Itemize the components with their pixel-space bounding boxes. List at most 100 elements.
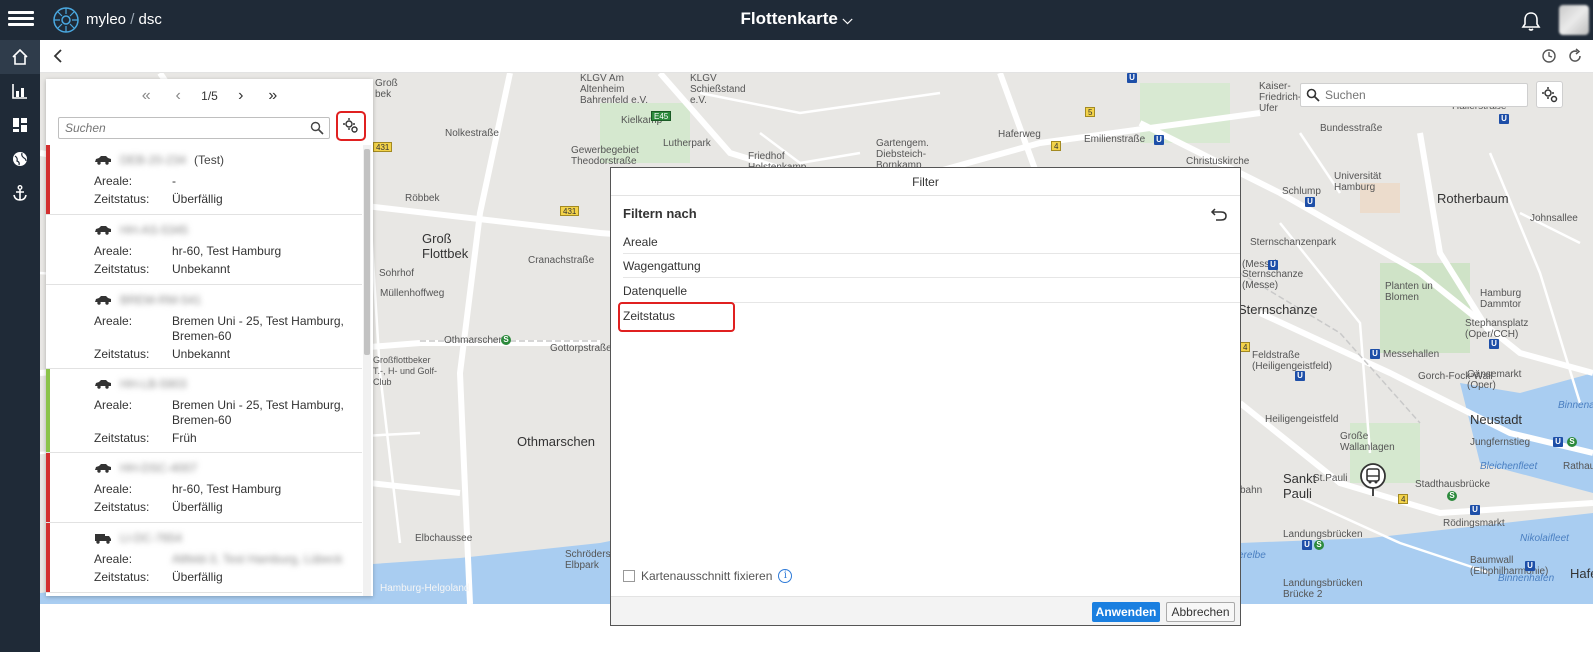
cancel-button[interactable]: Abbrechen: [1166, 602, 1235, 622]
zeitstatus-value: Überfällig: [172, 192, 223, 206]
page-title-dropdown[interactable]: Flottenkarte ⌵: [741, 9, 853, 28]
map-search-box: [1300, 83, 1528, 107]
zeitstatus-value: Unbekannt: [172, 262, 231, 276]
list-item[interactable]: HH-AS-5345 Areale: hr-60, Test Hamburg Ze…: [46, 215, 362, 285]
map-label-landungsbruecken2: Landungsbrücken Brücke 2: [1283, 578, 1363, 600]
map-label-binnenalster: Binnenals: [1558, 400, 1593, 411]
undo-icon[interactable]: [1210, 205, 1228, 223]
map-label-gewerbegebiet: Gewerbegebiet Theodorstraße: [571, 145, 639, 167]
map-label-johnsallee: Johnsallee: [1530, 213, 1578, 224]
filter-option-wagengattung[interactable]: Wagengattung: [623, 254, 1240, 278]
map-label-muellenhoff: Müllenhoffweg: [380, 288, 445, 299]
areale-value: Altfeld-3, Test Hamburg, Lübeck: [172, 552, 343, 566]
areale-label: Areale:: [94, 398, 133, 412]
myleo-logo-icon: [53, 7, 79, 33]
apply-button[interactable]: Anwenden: [1092, 602, 1160, 622]
zeitstatus-value: Überfällig: [172, 500, 223, 514]
prev-page-button[interactable]: ‹: [169, 87, 187, 105]
side-nav: [0, 40, 40, 652]
status-stripe: [46, 285, 50, 368]
first-page-button[interactable]: «: [137, 87, 155, 105]
list-item[interactable]: HH-DSC-4007 Areale: hr-60, Test Hamburg Z…: [46, 453, 362, 523]
map-label-stephansplatz: Stephansplatz (Oper/CCH): [1465, 318, 1529, 340]
history-icon[interactable]: [1541, 48, 1557, 64]
zeitstatus-label: Zeitstatus:: [94, 431, 150, 445]
u-bahn-icon: U: [1127, 73, 1137, 83]
u-bahn-icon: U: [1470, 505, 1480, 515]
gear-icon: [1541, 86, 1557, 102]
vehicle-search-input[interactable]: [59, 118, 299, 138]
nav-home[interactable]: [0, 40, 40, 74]
chevron-down-icon: ⌵: [842, 12, 853, 27]
u-bahn-icon: U: [1302, 540, 1312, 550]
search-icon: [1306, 88, 1320, 102]
map-search-input[interactable]: [1325, 86, 1523, 104]
s-bahn-icon: S: [1447, 491, 1457, 501]
fix-map-label: Kartenausschnitt fixieren: [641, 569, 773, 583]
areale-label: Areale:: [94, 314, 133, 328]
s-bahn-icon: S: [1567, 437, 1577, 447]
filter-option-areale[interactable]: Areale: [623, 230, 1240, 254]
fix-map-checkbox[interactable]: [623, 570, 635, 582]
filter-dialog: Filter Filtern nach Areale Wagengattung …: [610, 167, 1241, 626]
next-page-button[interactable]: ›: [232, 87, 250, 105]
map-label-klgv-schiess: KLGV Schießstand e.V.: [690, 73, 746, 106]
globe-icon: [13, 152, 27, 166]
car-icon: [95, 296, 111, 305]
vehicle-list-panel: « ‹ 1/5 › » DEB-20-234 (Test) Areale: - Z…: [46, 79, 373, 596]
info-icon[interactable]: i: [778, 569, 793, 583]
bell-icon[interactable]: [1520, 10, 1542, 32]
zeitstatus-value: Unbekannt: [172, 347, 231, 361]
zeitstatus-label: Zeitstatus:: [94, 192, 150, 206]
road-badge: 4: [1051, 141, 1062, 151]
status-stripe: [46, 523, 50, 592]
areale-value: -: [172, 174, 176, 188]
list-item[interactable]: BREM-RM-541 Areale: Bremen Uni - 25, Test…: [46, 285, 362, 369]
avatar[interactable]: [1559, 5, 1589, 35]
car-icon: [95, 464, 111, 473]
u-bahn-icon: U: [1268, 260, 1278, 270]
road-badge: E45: [651, 111, 672, 121]
map-settings-button[interactable]: [1536, 81, 1563, 108]
map-label-st-pauli-u: St.Pauli: [1313, 473, 1348, 484]
nav-analytics[interactable]: [0, 74, 40, 108]
road-badge: 431: [373, 142, 393, 152]
map-label-landungsbruecken: Landungsbrücken: [1283, 529, 1363, 540]
menu-icon[interactable]: [8, 8, 34, 32]
nav-dashboard[interactable]: [0, 108, 40, 142]
map-label-gorch-fock: Gorch-Fock-Wall: [1418, 371, 1493, 382]
filter-option-datenquelle[interactable]: Datenquelle: [623, 279, 1240, 303]
list-scrollbar-thumb[interactable]: [364, 149, 370, 355]
nav-anchor[interactable]: [0, 176, 40, 210]
map-label-golfclub: Großflottbeker T.-, H- und Golf- Club: [373, 355, 438, 387]
map-label-binnenhafen: Binnenhafen: [1498, 573, 1555, 584]
areale-value: Bremen Uni - 25, Test Hamburg, Bremen-60: [172, 314, 344, 343]
list-item[interactable]: DEB-20-234 (Test) Areale: - Zeitstatus: Üb…: [46, 145, 362, 215]
map-label-schroeders: Schröders Elbpark: [565, 549, 611, 571]
back-arrow-icon[interactable]: [50, 47, 68, 65]
nav-globe[interactable]: [0, 142, 40, 176]
vehicle-marker-bus-icon[interactable]: [1358, 461, 1388, 497]
filter-settings-button[interactable]: [336, 111, 366, 141]
vehicle-search-box: [58, 117, 330, 139]
map-label-sternschanze-messe: Sternschanze (Messe): [1242, 269, 1304, 291]
list-item[interactable]: LI-DC-7654 Areale: Altfeld-3, Test Hambur…: [46, 523, 362, 593]
map-label-feldstrasse: Feldstraße (Heiligengeistfeld): [1252, 350, 1333, 372]
vehicle-id: BREM-RM-541: [120, 293, 202, 307]
vehicle-rows: DEB-20-234 (Test) Areale: - Zeitstatus: Üb…: [46, 145, 362, 593]
brand-name: myleo / dsc: [86, 11, 162, 28]
last-page-button[interactable]: »: [264, 87, 282, 105]
refresh-icon[interactable]: [1567, 48, 1583, 64]
u-bahn-icon: U: [1489, 339, 1499, 349]
map-label-gross-small: Groß bek: [375, 78, 398, 100]
list-item[interactable]: HH-LB-5903 Areale: Bremen Uni - 25, Test …: [46, 369, 362, 453]
filter-option-zeitstatus[interactable]: Zeitstatus: [623, 304, 1240, 328]
map-label-bahn: bahn: [1240, 485, 1263, 496]
search-icon[interactable]: [310, 121, 324, 135]
map-label-hamburg-helgoland: Hamburg-Helgoland: [380, 583, 470, 594]
vehicle-suffix: (Test): [194, 153, 225, 167]
pagination: « ‹ 1/5 › »: [46, 85, 373, 107]
map-label-dammtor: Hamburg Dammtor: [1480, 288, 1522, 310]
anchor-icon: [13, 185, 27, 201]
map-label-christuskirche: Christuskirche: [1186, 156, 1250, 167]
